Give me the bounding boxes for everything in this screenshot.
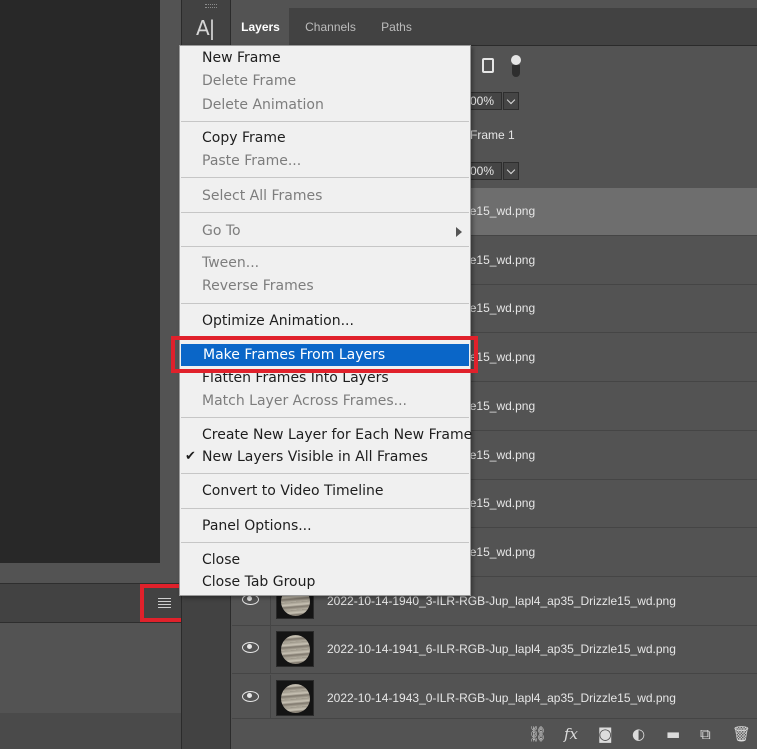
menu-item-label: Paste Frame... <box>202 153 302 169</box>
menu-separator <box>181 508 469 509</box>
menu-item-label: Convert to Video Timeline <box>202 483 384 499</box>
opacity-field[interactable]: 00% <box>466 92 502 110</box>
menu-item-go-to: Go To <box>180 220 470 242</box>
checkmark-icon: ✔ <box>185 449 196 464</box>
menu-item-label: Delete Frame <box>202 73 297 89</box>
menu-item-paste-frame: Paste Frame... <box>180 150 470 172</box>
menu-item-label: Tween... <box>202 255 260 271</box>
new-group-icon[interactable]: ▬ <box>666 725 680 743</box>
menu-item-label: Copy Frame <box>202 130 286 146</box>
menu-item-label: Delete Animation <box>202 97 324 113</box>
fill-dropdown-icon[interactable] <box>503 162 519 180</box>
menu-item-label: Optimize Animation... <box>202 313 354 329</box>
canvas-gutter <box>160 0 180 563</box>
jupiter-thumbnail-image <box>281 684 310 713</box>
layer-name: 2022-10-14-1940_3-ILR-RGB-Jup_lapl4_ap35… <box>327 594 676 608</box>
layer-row[interactable]: 2022-10-14-1941_6-ILR-RGB-Jup_lapl4_ap35… <box>232 626 757 674</box>
panel-context-menu: New Frame Delete Frame Delete Animation Cop… <box>179 45 473 596</box>
menu-item-label: Close <box>202 552 241 568</box>
layer-thumbnail <box>276 680 314 716</box>
menu-item-label: New Layers Visible in All Frames <box>202 449 428 465</box>
menu-item-panel-options[interactable]: Panel Options... <box>180 515 470 537</box>
menu-item-close-tab-group[interactable]: Close Tab Group <box>180 571 470 593</box>
delete-layer-icon[interactable]: 🗑 <box>732 725 751 743</box>
menu-separator <box>181 542 469 543</box>
strip-grip-icon[interactable] <box>205 4 217 8</box>
menu-item-label: Match Layer Across Frames... <box>202 393 407 409</box>
link-layers-icon[interactable]: ⛓ <box>528 725 547 743</box>
menu-item-reverse-frames: Reverse Frames <box>180 275 470 297</box>
menu-separator <box>181 246 469 247</box>
menu-item-close[interactable]: Close <box>180 549 470 571</box>
document-canvas-area <box>0 0 160 563</box>
menu-item-optimize-animation[interactable]: Optimize Animation... <box>180 310 470 332</box>
opacity-dropdown-icon[interactable] <box>503 92 519 110</box>
visibility-eye-icon[interactable] <box>242 642 259 653</box>
adjustment-layer-icon[interactable]: ◐ <box>632 725 645 743</box>
tab-paths[interactable]: Paths <box>369 8 424 46</box>
layer-name: 2022-10-14-1943_0-ILR-RGB-Jup_lapl4_ap35… <box>327 691 676 705</box>
layer-name: 2022-10-14-1941_6-ILR-RGB-Jup_lapl4_ap35… <box>327 642 676 656</box>
character-panel-icon[interactable]: A| <box>196 16 215 40</box>
layers-bottom-toolbar: ⛓ fx ◙ ◐ ▬ ⧉ 🗑 <box>232 718 757 749</box>
menu-separator <box>181 417 469 418</box>
menu-item-delete-frame: Delete Frame <box>180 70 470 92</box>
menu-item-label: Close Tab Group <box>202 574 316 590</box>
menu-separator <box>181 177 469 178</box>
layer-thumbnail <box>276 631 314 667</box>
propagate-frame-label: Frame 1 <box>470 128 515 142</box>
menu-separator <box>181 121 469 122</box>
menu-item-select-all-frames: Select All Frames <box>180 185 470 207</box>
menu-item-new-frame[interactable]: New Frame <box>180 47 470 69</box>
panel-tab-bar: Layers Channels Paths <box>232 8 757 46</box>
menu-item-label: Reverse Frames <box>202 278 314 294</box>
menu-item-copy-frame[interactable]: Copy Frame <box>180 127 470 149</box>
new-layer-icon[interactable]: ⧉ <box>700 725 711 743</box>
lock-artboard-icon[interactable] <box>482 58 494 73</box>
menu-separator <box>181 212 469 213</box>
layer-row[interactable]: 2022-10-14-1943_0-ILR-RGB-Jup_lapl4_ap35… <box>232 675 757 723</box>
tab-channels[interactable]: Channels <box>293 8 368 46</box>
menu-separator <box>181 303 469 304</box>
menu-item-label: Panel Options... <box>202 518 312 534</box>
annotation-highlight-menu-item <box>171 336 478 373</box>
menu-item-new-layers-visible-in-all-frames[interactable]: New Layers Visible in All Frames ✔ <box>180 446 470 468</box>
timeline-panel-footer <box>0 713 181 749</box>
menu-item-tween: Tween... <box>180 252 470 274</box>
submenu-arrow-icon <box>456 227 462 237</box>
menu-item-match-layer-across-frames: Match Layer Across Frames... <box>180 390 470 412</box>
jupiter-thumbnail-image <box>281 635 310 664</box>
tab-layers[interactable]: Layers <box>232 8 289 46</box>
column-divider <box>270 626 271 674</box>
menu-item-delete-animation: Delete Animation <box>180 94 470 116</box>
menu-item-convert-to-video-timeline[interactable]: Convert to Video Timeline <box>180 480 470 502</box>
menu-item-create-new-layer-for-each-new-frame[interactable]: Create New Layer for Each New Frame <box>180 424 473 446</box>
column-divider <box>270 675 271 723</box>
visibility-eye-icon[interactable] <box>242 691 259 702</box>
menu-item-label: Select All Frames <box>202 188 323 204</box>
menu-item-label: Create New Layer for Each New Frame <box>202 427 473 443</box>
fill-field[interactable]: 00% <box>466 162 502 180</box>
menu-item-label: New Frame <box>202 50 281 66</box>
fx-icon[interactable]: fx <box>564 725 578 743</box>
menu-separator <box>181 473 469 474</box>
menu-item-label: Go To <box>202 223 241 239</box>
add-mask-icon[interactable]: ◙ <box>598 725 613 743</box>
lock-all-icon[interactable] <box>510 55 521 77</box>
